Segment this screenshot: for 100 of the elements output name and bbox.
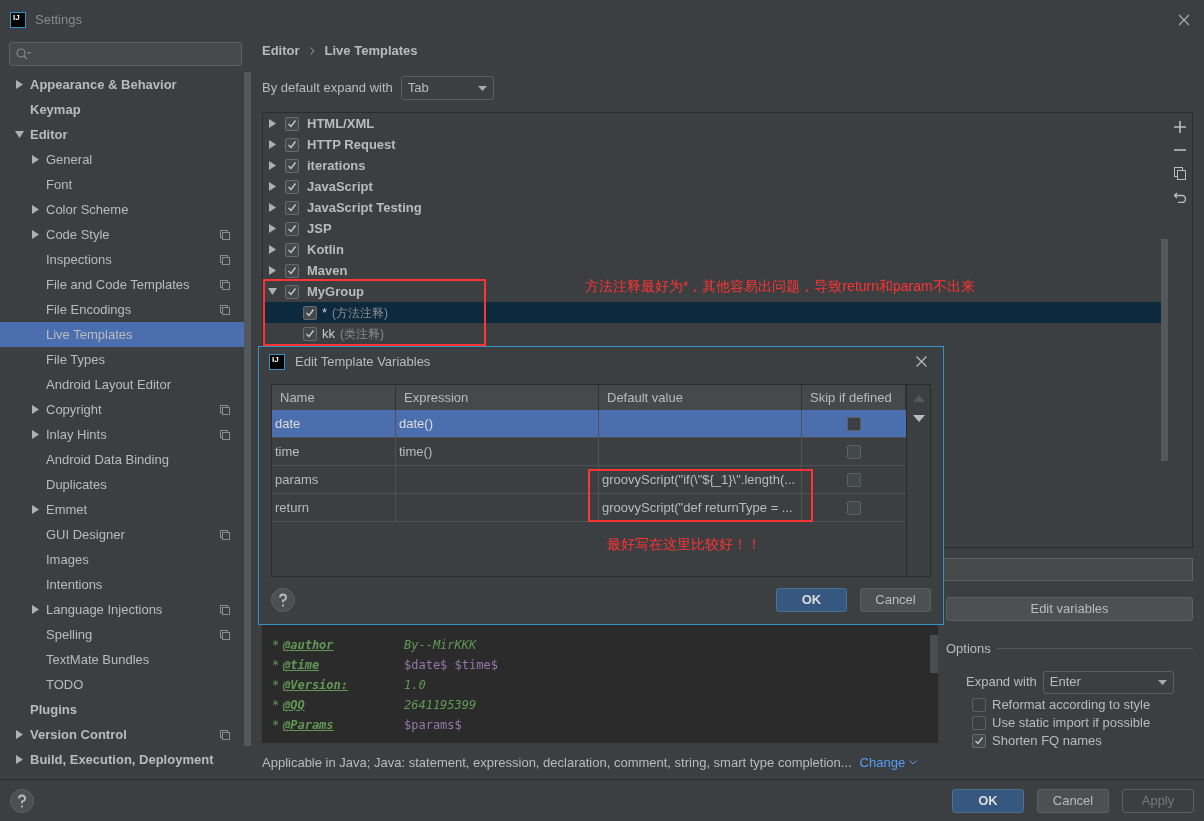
checkbox[interactable]: [972, 715, 986, 730]
close-icon[interactable]: [916, 356, 927, 367]
variable-row[interactable]: return groovyScript("def returnType = ...: [272, 494, 906, 522]
sidebar-item[interactable]: Plugins: [0, 697, 244, 722]
checkbox[interactable]: [303, 305, 317, 320]
sidebar-item[interactable]: Editor: [0, 122, 244, 147]
sidebar-item[interactable]: TODO: [0, 672, 244, 697]
close-icon[interactable]: [1178, 14, 1190, 26]
sidebar-item[interactable]: Emmet: [0, 497, 244, 522]
footer-button[interactable]: Cancel: [1037, 788, 1109, 813]
undo-icon[interactable]: [1174, 191, 1186, 203]
collapse-arrow-icon[interactable]: [268, 287, 277, 296]
search-field[interactable]: [9, 42, 242, 66]
expand-arrow-icon[interactable]: [268, 266, 277, 275]
scrollbar[interactable]: [930, 635, 938, 673]
checkbox[interactable]: [285, 179, 299, 194]
sidebar-item[interactable]: Inlay Hints: [0, 422, 244, 447]
expand-arrow-icon[interactable]: [268, 182, 277, 191]
expand-with-dropdown[interactable]: Enter: [1042, 670, 1174, 694]
sidebar-item[interactable]: Images: [0, 547, 244, 572]
collapse-arrow-icon[interactable]: [15, 130, 24, 139]
checkbox[interactable]: [285, 116, 299, 131]
template-group-row[interactable]: JavaScript: [263, 176, 377, 197]
sidebar-item[interactable]: File Encodings: [0, 297, 244, 322]
sidebar-item[interactable]: Language Injections: [0, 597, 244, 622]
variable-row[interactable]: params groovyScript("if(\"${_1}\".length(...: [272, 466, 906, 494]
template-group-row[interactable]: Maven: [263, 260, 352, 281]
template-group-row[interactable]: HTML/XML: [263, 113, 379, 134]
checkbox[interactable]: [285, 242, 299, 257]
move-down-icon[interactable]: [912, 415, 925, 422]
checkbox[interactable]: [972, 733, 986, 748]
sidebar-item[interactable]: File Types: [0, 347, 244, 372]
help-icon[interactable]: [271, 588, 295, 612]
checkbox[interactable]: [285, 158, 299, 173]
expand-arrow-icon[interactable]: [15, 755, 24, 764]
template-text-editor[interactable]: * @author By--MirKKK * @time $date$ $time$ * @Version: 1.0 * @QQ 2641195399 * @Params $params$: [262, 625, 938, 743]
sidebar-item[interactable]: Version Control: [0, 722, 244, 747]
expand-arrow-icon[interactable]: [31, 155, 40, 164]
template-group-row[interactable]: JSP: [263, 218, 336, 239]
sidebar-item[interactable]: Appearance & Behavior: [0, 72, 244, 97]
sidebar-item[interactable]: Font: [0, 172, 244, 197]
sidebar-item[interactable]: Spelling: [0, 622, 244, 647]
expand-arrow-icon[interactable]: [31, 205, 40, 214]
breadcrumb-item[interactable]: Editor: [262, 41, 300, 61]
checkbox[interactable]: [847, 416, 861, 431]
template-group-row[interactable]: iterations: [263, 155, 370, 176]
template-group-row[interactable]: Kotlin: [263, 239, 348, 260]
sidebar-item[interactable]: Duplicates: [0, 472, 244, 497]
expand-arrow-icon[interactable]: [31, 230, 40, 239]
expand-dropdown[interactable]: Tab: [400, 76, 494, 100]
checkbox[interactable]: [847, 444, 861, 459]
sidebar-item[interactable]: File and Code Templates: [0, 272, 244, 297]
expand-arrow-icon[interactable]: [15, 80, 24, 89]
sidebar-item[interactable]: Keymap: [0, 97, 244, 122]
add-icon[interactable]: [1174, 121, 1186, 133]
variable-row[interactable]: time time(): [272, 438, 906, 466]
edit-variables-button[interactable]: Edit variables: [946, 597, 1193, 621]
expand-arrow-icon[interactable]: [31, 430, 40, 439]
expand-arrow-icon[interactable]: [268, 245, 277, 254]
expand-arrow-icon[interactable]: [268, 203, 277, 212]
template-group-row[interactable]: JavaScript Testing: [263, 197, 426, 218]
checkbox[interactable]: [285, 200, 299, 215]
help-icon[interactable]: [10, 788, 34, 813]
template-row[interactable]: * (方法注释): [263, 302, 1161, 323]
scrollbar[interactable]: [1161, 239, 1168, 461]
sidebar-item[interactable]: Build, Execution, Deployment: [0, 747, 244, 772]
dialog-button[interactable]: OK: [776, 588, 847, 612]
template-group-row[interactable]: MyGroup: [263, 281, 369, 302]
checkbox[interactable]: [285, 284, 299, 299]
expand-arrow-icon[interactable]: [15, 730, 24, 739]
sidebar-item[interactable]: Copyright: [0, 397, 244, 422]
template-group-row[interactable]: HTTP Request: [263, 134, 400, 155]
variable-row[interactable]: date date(): [272, 410, 906, 438]
expand-arrow-icon[interactable]: [268, 119, 277, 128]
checkbox[interactable]: [285, 221, 299, 236]
sidebar-item[interactable]: Android Layout Editor: [0, 372, 244, 397]
footer-button[interactable]: OK: [952, 788, 1024, 813]
sidebar-item[interactable]: Android Data Binding: [0, 447, 244, 472]
sidebar-item[interactable]: Color Scheme: [0, 197, 244, 222]
expand-arrow-icon[interactable]: [268, 140, 277, 149]
checkbox[interactable]: [285, 137, 299, 152]
sidebar-item[interactable]: Inspections: [0, 247, 244, 272]
checkbox[interactable]: [285, 263, 299, 278]
copy-icon[interactable]: [1174, 167, 1186, 180]
expand-arrow-icon[interactable]: [31, 405, 40, 414]
expand-arrow-icon[interactable]: [31, 505, 40, 514]
checkbox[interactable]: [847, 500, 861, 515]
dialog-button[interactable]: Cancel: [860, 588, 931, 612]
expand-arrow-icon[interactable]: [31, 605, 40, 614]
checkbox[interactable]: [972, 697, 986, 712]
checkbox[interactable]: [303, 326, 317, 341]
sidebar-item[interactable]: GUI Designer: [0, 522, 244, 547]
sidebar-item[interactable]: TextMate Bundles: [0, 647, 244, 672]
change-link[interactable]: Change: [859, 753, 918, 773]
description-field[interactable]: [943, 558, 1193, 581]
scrollbar[interactable]: [244, 72, 251, 746]
sidebar-item[interactable]: Code Style: [0, 222, 244, 247]
sidebar-item[interactable]: Intentions: [0, 572, 244, 597]
checkbox[interactable]: [847, 472, 861, 487]
sidebar-item[interactable]: General: [0, 147, 244, 172]
